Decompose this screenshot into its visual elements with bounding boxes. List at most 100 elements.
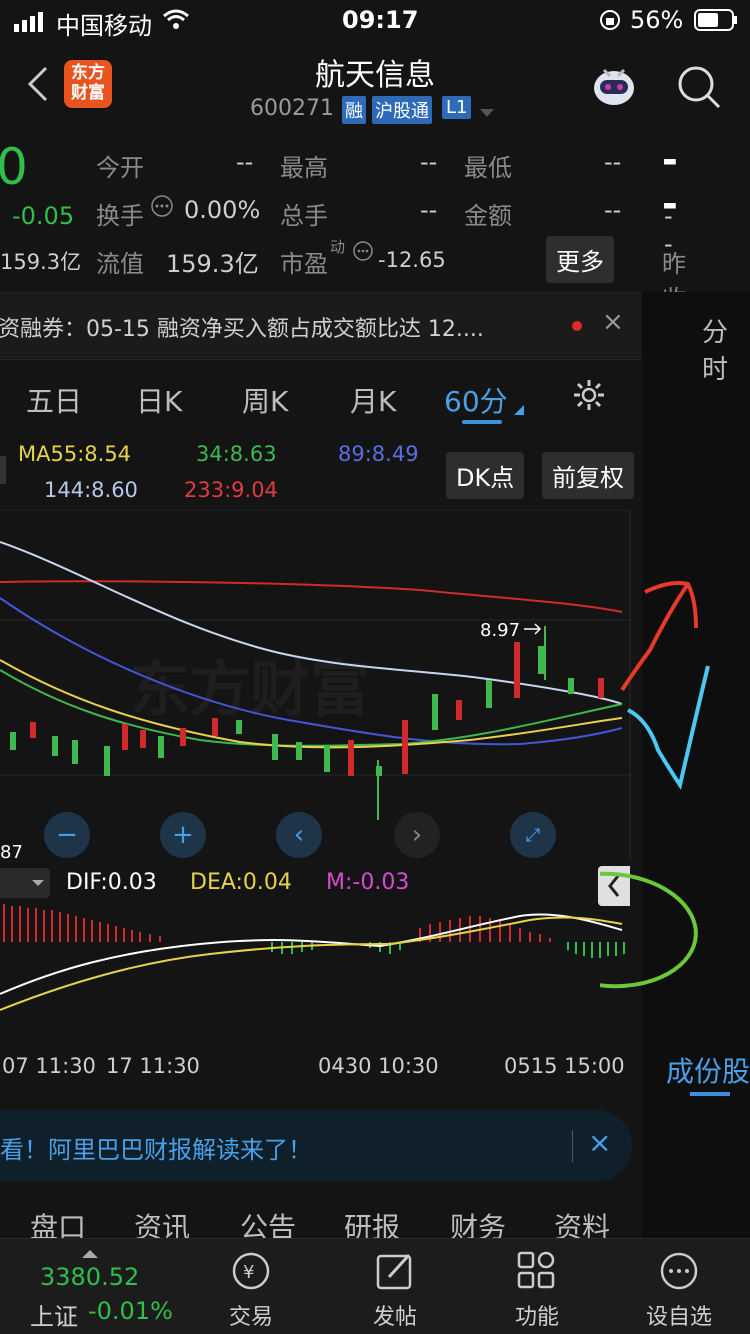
- value-turnover: 0.00%: [184, 196, 261, 224]
- indicator-select[interactable]: [0, 868, 50, 898]
- dropdown-icon[interactable]: [478, 104, 496, 123]
- functions-button[interactable]: 功能: [462, 1239, 612, 1334]
- time-axis: 07 11:30 17 11:30 0430 10:30 0515 15:00: [0, 1052, 632, 1092]
- zoom-out-button[interactable]: −: [44, 812, 90, 858]
- promo-text[interactable]: 看！阿里巴巴财报解读来了！: [0, 1130, 312, 1165]
- label-total-hands: 总手: [280, 202, 328, 230]
- ma89-label: 89:8.49: [338, 442, 419, 466]
- value-total-hands: --: [420, 196, 438, 224]
- ma233-label: 233:9.04: [184, 478, 278, 502]
- tab-daily[interactable]: 日K: [136, 380, 182, 420]
- badge-level: L1: [442, 96, 472, 119]
- label-turnover: 换手: [96, 202, 144, 230]
- min-price-label: 87: [0, 842, 23, 860]
- watermark: 东方财富: [130, 655, 370, 725]
- xaxis-label-3: 0430 10:30: [318, 1054, 439, 1078]
- zoom-in-button[interactable]: +: [160, 812, 206, 858]
- battery-icon: [694, 9, 738, 37]
- clock: 09:17: [342, 6, 419, 34]
- stock-code: 600271: [250, 96, 334, 121]
- carrier: 中国移动: [56, 12, 152, 40]
- xaxis-label-1: 07 11:30: [2, 1054, 96, 1078]
- macd-panel[interactable]: DIF:0.03 DEA:0.04 M:-0.03: [0, 862, 632, 1052]
- stock-header: 东方 财富 航天信息 600271 融 沪股通 L1: [0, 40, 750, 132]
- tab-monthly[interactable]: 月K: [350, 380, 396, 420]
- value-open: --: [236, 148, 254, 176]
- adjust-price-button[interactable]: 前复权: [542, 452, 634, 499]
- detail-tabs: 盘口 资讯 公告 研报 财务 资料: [0, 1188, 642, 1244]
- kline-chart[interactable]: 东方财富 8.97 87 − + ‹ › ⤢: [0, 509, 632, 863]
- settings-gear-icon[interactable]: [572, 378, 606, 416]
- label-low: 最低: [464, 154, 512, 182]
- grid-icon: [517, 1251, 555, 1289]
- status-bar: 中国移动 09:17 56%: [0, 0, 750, 40]
- tab-components[interactable]: 成份股: [666, 1050, 750, 1090]
- label-pe: 市盈: [280, 250, 328, 278]
- more-button[interactable]: 更多: [546, 236, 614, 283]
- unread-dot: [572, 321, 582, 331]
- news-ticker[interactable]: 资融券：05-15 融资净买入额占成交额比达 12.... ×: [0, 292, 642, 360]
- period-tabs: 五日 日K 周K 月K 60分: [0, 362, 642, 428]
- info-icon-pe[interactable]: [352, 240, 374, 266]
- ma-legend: MA55:8.54 34:8.63 89:8.49 144:8.60 233:9…: [0, 430, 642, 510]
- label-open: 今开: [96, 154, 144, 182]
- badge-connect: 沪股通: [372, 96, 432, 124]
- post-label: 发帖: [372, 1305, 417, 1330]
- macd-dif: DIF:0.03: [66, 870, 157, 895]
- tab-dropdown-icon[interactable]: [514, 400, 524, 419]
- signal-icon: [14, 10, 48, 38]
- news-text[interactable]: 资融券：05-15 融资净买入额占成交额比达 12....: [0, 311, 484, 343]
- dk-point-button[interactable]: DK点: [446, 452, 525, 499]
- current-price: 0: [0, 138, 28, 196]
- label-float-value: 流值: [96, 250, 144, 278]
- more-dots-icon: [660, 1252, 698, 1290]
- value-float-value: 159.3亿: [166, 250, 259, 278]
- news-close-button[interactable]: ×: [602, 307, 624, 337]
- tab-underline: [462, 420, 502, 424]
- rotation-lock-icon: [598, 8, 622, 38]
- value-low: --: [604, 148, 622, 176]
- price-change: -0.05: [12, 202, 75, 230]
- wifi-icon: [162, 8, 190, 36]
- value-amount: --: [604, 196, 622, 224]
- label-pe-sup: 动: [330, 238, 346, 256]
- robot-assistant-icon[interactable]: [590, 62, 638, 114]
- promo-close-button[interactable]: ×: [588, 1126, 611, 1159]
- max-price-label: 8.97: [480, 620, 520, 641]
- caret-up-icon: [82, 1243, 98, 1262]
- scroll-right-button[interactable]: ›: [394, 812, 440, 858]
- search-icon[interactable]: [676, 64, 722, 114]
- ma34-label: 34:8.63: [196, 442, 277, 466]
- scroll-left-button[interactable]: ‹: [276, 812, 322, 858]
- quote-panel: 0 -0.05 159.3亿 今开 -- 最高 -- 最低 -- -- 换手 0…: [0, 132, 686, 313]
- svg-text:¥: ¥: [243, 1262, 254, 1283]
- badge-margin: 融: [342, 96, 366, 124]
- ma55-label: MA55:8.54: [18, 442, 132, 466]
- tab-weekly[interactable]: 周K: [242, 380, 288, 420]
- xaxis-label-2: 17 11:30: [106, 1054, 200, 1078]
- trade-button[interactable]: ¥ 交易: [176, 1239, 326, 1334]
- label-amount: 金额: [464, 202, 512, 230]
- fullscreen-icon[interactable]: ⤢: [510, 812, 556, 858]
- info-icon[interactable]: [150, 194, 174, 222]
- macd-svg: [0, 904, 625, 1011]
- promo-banner[interactable]: 看！阿里巴巴财报解读来了！ ×: [0, 1110, 632, 1182]
- hand-annotations: [600, 581, 710, 989]
- post-button[interactable]: 发帖: [320, 1239, 470, 1334]
- index-value[interactable]: 3380.52: [40, 1263, 139, 1291]
- value-pe: -12.65: [378, 248, 446, 272]
- tab-5day[interactable]: 五日: [26, 380, 82, 420]
- tab-timeshare[interactable]: 分时: [702, 312, 750, 386]
- market-cap: 159.3亿: [0, 250, 82, 274]
- trade-label: 交易: [228, 1305, 273, 1330]
- bottom-toolbar: 3380.52 上证 -0.01% ¥ 交易 发帖 功能 设自选: [0, 1238, 750, 1334]
- component-underline: [690, 1092, 730, 1096]
- index-name[interactable]: 上证: [30, 1297, 78, 1332]
- add-watchlist-button[interactable]: 设自选: [604, 1239, 750, 1334]
- xaxis-label-4: 0515 15:00: [504, 1054, 625, 1078]
- ma144-label: 144:8.60: [44, 478, 138, 502]
- tab-60min[interactable]: 60分: [444, 380, 508, 420]
- index-change[interactable]: -0.01%: [88, 1297, 173, 1325]
- edit-icon: [376, 1253, 412, 1290]
- trade-icon: ¥: [232, 1252, 270, 1290]
